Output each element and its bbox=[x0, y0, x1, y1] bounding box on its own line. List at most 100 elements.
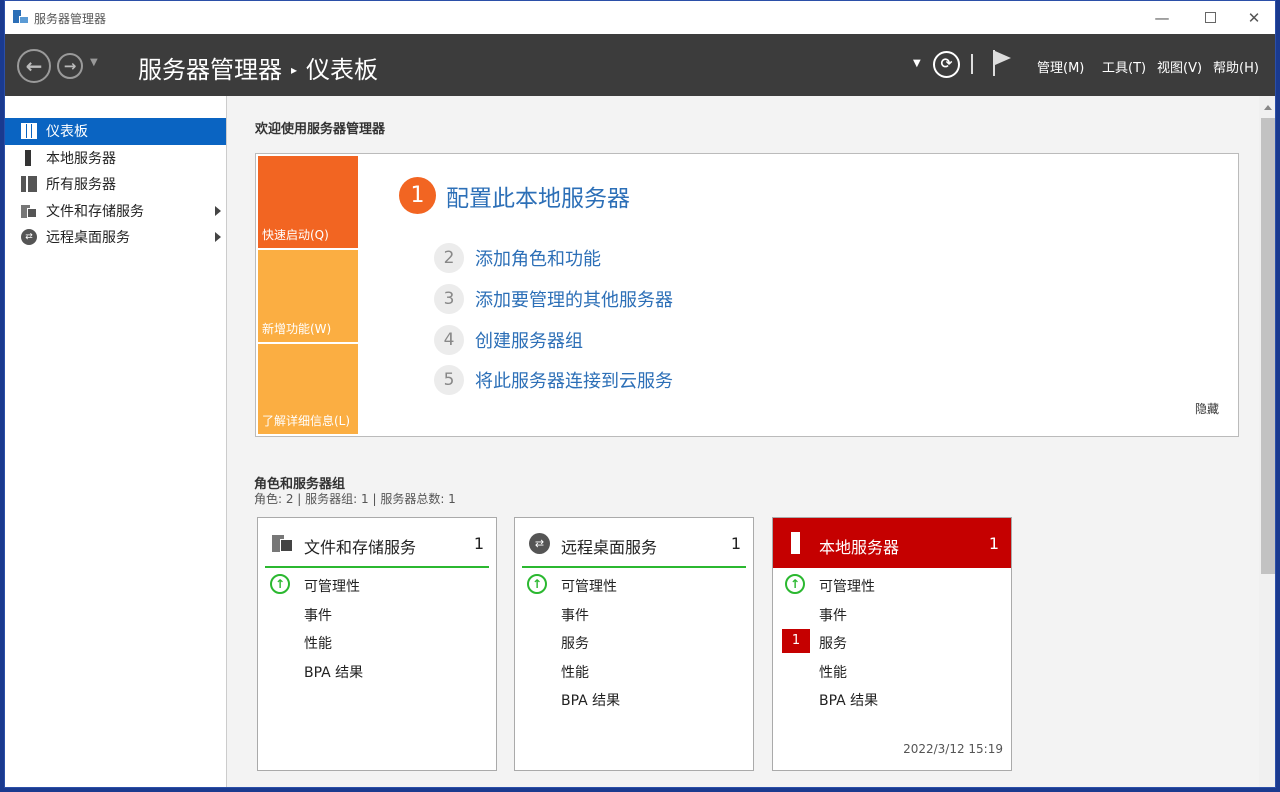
step-configure-local-server[interactable]: 1 配置此本地服务器 bbox=[399, 177, 630, 214]
vertical-scrollbar[interactable] bbox=[1259, 96, 1275, 787]
role-card-file-storage[interactable]: 文件和存储服务 1 ↑ 可管理性 事件 性能 BPA 结果 bbox=[257, 517, 497, 771]
breadcrumb-root[interactable]: 服务器管理器 bbox=[138, 56, 282, 84]
hide-quickstart-link[interactable]: 隐藏 bbox=[1195, 400, 1219, 417]
notifications-flag-icon[interactable] bbox=[993, 50, 1013, 76]
tile-label: 快速启动(Q) bbox=[262, 228, 329, 242]
menu-tools[interactable]: 工具(T) bbox=[1102, 57, 1146, 76]
card-row-events[interactable]: 事件 bbox=[304, 605, 332, 625]
role-card-remote-desktop[interactable]: ⇄ 远程桌面服务 1 ↑ 可管理性 事件 服务 性能 BPA 结果 bbox=[514, 517, 754, 771]
step-number-badge: 1 bbox=[399, 177, 436, 214]
history-dropdown-icon[interactable]: ▼ bbox=[90, 57, 98, 68]
card-row-services[interactable]: 服务 bbox=[819, 633, 847, 653]
card-row-services[interactable]: 服务 bbox=[561, 633, 589, 653]
card-row-bpa[interactable]: BPA 结果 bbox=[304, 662, 363, 682]
minimize-button[interactable]: — bbox=[1150, 7, 1174, 29]
card-row-performance[interactable]: 性能 bbox=[819, 662, 847, 682]
sidebar-item-label: 所有服务器 bbox=[46, 177, 116, 194]
step-number-badge: 5 bbox=[434, 365, 464, 395]
breadcrumb-dropdown-icon[interactable]: ▼ bbox=[913, 58, 921, 69]
refresh-button[interactable]: ⟳ bbox=[933, 51, 960, 78]
step-link[interactable]: 添加角色和功能 bbox=[475, 245, 601, 271]
role-card-local-server[interactable]: 本地服务器 1 ↑ 1 可管理性 事件 服务 性能 BPA 结果 2022/3/… bbox=[772, 517, 1012, 771]
tile-label: 新增功能(W) bbox=[262, 322, 332, 336]
sidebar: 仪表板 本地服务器 所有服务器 文件和存储服务 ⇄ 远程桌面服务 bbox=[5, 96, 227, 787]
welcome-title: 欢迎使用服务器管理器 bbox=[255, 122, 386, 137]
server-icon bbox=[25, 149, 31, 166]
status-ok-bar bbox=[265, 566, 489, 568]
card-header[interactable]: ⇄ 远程桌面服务 1 bbox=[515, 518, 753, 568]
maximize-button[interactable] bbox=[1198, 7, 1222, 29]
dashboard-icon bbox=[21, 123, 37, 140]
card-title: 远程桌面服务 bbox=[561, 538, 658, 557]
step-link[interactable]: 配置此本地服务器 bbox=[446, 179, 630, 213]
card-row-manageability[interactable]: 可管理性 bbox=[304, 576, 360, 596]
card-row-manageability[interactable]: 可管理性 bbox=[561, 576, 617, 596]
back-button[interactable]: ← bbox=[17, 49, 51, 83]
header-bar: ← → ▼ 服务器管理器 ▸ 仪表板 ▼ ⟳ 管理(M) 工具(T) 视图(V) 帮… bbox=[5, 34, 1275, 96]
dashboard-main: 欢迎使用服务器管理器 快速启动(Q) 新增功能(W) 了解详细信息(L) 1 配… bbox=[227, 96, 1259, 787]
card-row-events[interactable]: 事件 bbox=[819, 605, 847, 625]
expand-arrow-icon[interactable] bbox=[215, 232, 221, 242]
maximize-icon bbox=[1204, 12, 1216, 23]
scrollbar-thumb[interactable] bbox=[1261, 118, 1275, 574]
tile-whats-new[interactable]: 新增功能(W) bbox=[258, 250, 358, 342]
step-add-servers[interactable]: 3 添加要管理的其他服务器 bbox=[434, 284, 673, 314]
card-row-bpa[interactable]: BPA 结果 bbox=[819, 690, 878, 710]
server-icon bbox=[791, 532, 800, 554]
card-row-manageability[interactable]: 可管理性 bbox=[819, 576, 875, 596]
status-ok-icon: ↑ bbox=[785, 574, 805, 594]
card-row-bpa[interactable]: BPA 结果 bbox=[561, 690, 620, 710]
status-ok-bar bbox=[522, 566, 746, 568]
card-count: 1 bbox=[730, 534, 741, 553]
card-header[interactable]: 本地服务器 1 bbox=[773, 518, 1011, 568]
roles-summary: 角色: 2 | 服务器组: 1 | 服务器总数: 1 bbox=[254, 492, 456, 506]
step-connect-cloud[interactable]: 5 将此服务器连接到云服务 bbox=[434, 365, 673, 395]
step-number-badge: 4 bbox=[434, 325, 464, 355]
step-number-badge: 3 bbox=[434, 284, 464, 314]
step-create-server-group[interactable]: 4 创建服务器组 bbox=[434, 325, 583, 355]
sidebar-item-label: 仪表板 bbox=[46, 124, 88, 141]
close-button[interactable]: ✕ bbox=[1242, 7, 1266, 29]
breadcrumb-separator-icon: ▸ bbox=[291, 63, 298, 77]
step-link[interactable]: 将此服务器连接到云服务 bbox=[475, 367, 673, 393]
file-storage-icon bbox=[272, 532, 293, 554]
window-title: 服务器管理器 bbox=[34, 12, 107, 26]
sidebar-item-label: 文件和存储服务 bbox=[46, 203, 144, 220]
breadcrumb: 服务器管理器 ▸ 仪表板 bbox=[138, 50, 378, 85]
step-link[interactable]: 添加要管理的其他服务器 bbox=[475, 286, 673, 312]
sidebar-item-file-storage[interactable]: 文件和存储服务 bbox=[5, 198, 226, 225]
tile-label: 了解详细信息(L) bbox=[262, 414, 351, 428]
card-count: 1 bbox=[988, 534, 999, 553]
scroll-up-icon[interactable] bbox=[1264, 105, 1272, 110]
remote-desktop-icon: ⇄ bbox=[529, 533, 550, 554]
sidebar-item-dashboard[interactable]: 仪表板 bbox=[5, 118, 226, 145]
card-title: 本地服务器 bbox=[819, 538, 900, 557]
menu-view[interactable]: 视图(V) bbox=[1157, 57, 1202, 76]
card-row-performance[interactable]: 性能 bbox=[561, 662, 589, 682]
sidebar-item-label: 本地服务器 bbox=[46, 150, 116, 167]
expand-arrow-icon[interactable] bbox=[215, 205, 221, 216]
card-header[interactable]: 文件和存储服务 1 bbox=[258, 518, 496, 568]
forward-button[interactable]: → bbox=[57, 53, 83, 79]
step-link[interactable]: 创建服务器组 bbox=[475, 327, 583, 353]
sidebar-item-label: 远程桌面服务 bbox=[46, 230, 130, 247]
tile-quick-start[interactable]: 快速启动(Q) bbox=[258, 156, 358, 248]
sidebar-item-remote-desktop[interactable]: ⇄ 远程桌面服务 bbox=[5, 224, 226, 251]
alert-count-badge[interactable]: 1 bbox=[782, 629, 810, 653]
server-manager-app-icon bbox=[13, 10, 29, 24]
file-storage-icon bbox=[21, 203, 37, 219]
quickstart-panel: 快速启动(Q) 新增功能(W) 了解详细信息(L) 1 配置此本地服务器 2 添… bbox=[255, 153, 1239, 437]
step-add-roles[interactable]: 2 添加角色和功能 bbox=[434, 243, 601, 273]
server-manager-window: 服务器管理器 — ✕ ← → ▼ 服务器管理器 ▸ 仪表板 ▼ ⟳ 管理(M) 工具… bbox=[4, 0, 1276, 788]
menu-help[interactable]: 帮助(H) bbox=[1213, 57, 1259, 76]
servers-icon bbox=[21, 176, 37, 193]
sidebar-item-all-servers[interactable]: 所有服务器 bbox=[5, 171, 226, 198]
breadcrumb-current: 仪表板 bbox=[306, 56, 379, 84]
card-row-performance[interactable]: 性能 bbox=[304, 633, 332, 653]
tile-learn-more[interactable]: 了解详细信息(L) bbox=[258, 344, 358, 434]
status-ok-icon: ↑ bbox=[270, 574, 290, 594]
card-row-events[interactable]: 事件 bbox=[561, 605, 589, 625]
sidebar-item-local-server[interactable]: 本地服务器 bbox=[5, 145, 226, 172]
menu-manage[interactable]: 管理(M) bbox=[1037, 57, 1084, 76]
card-timestamp: 2022/3/12 15:19 bbox=[903, 742, 1003, 756]
